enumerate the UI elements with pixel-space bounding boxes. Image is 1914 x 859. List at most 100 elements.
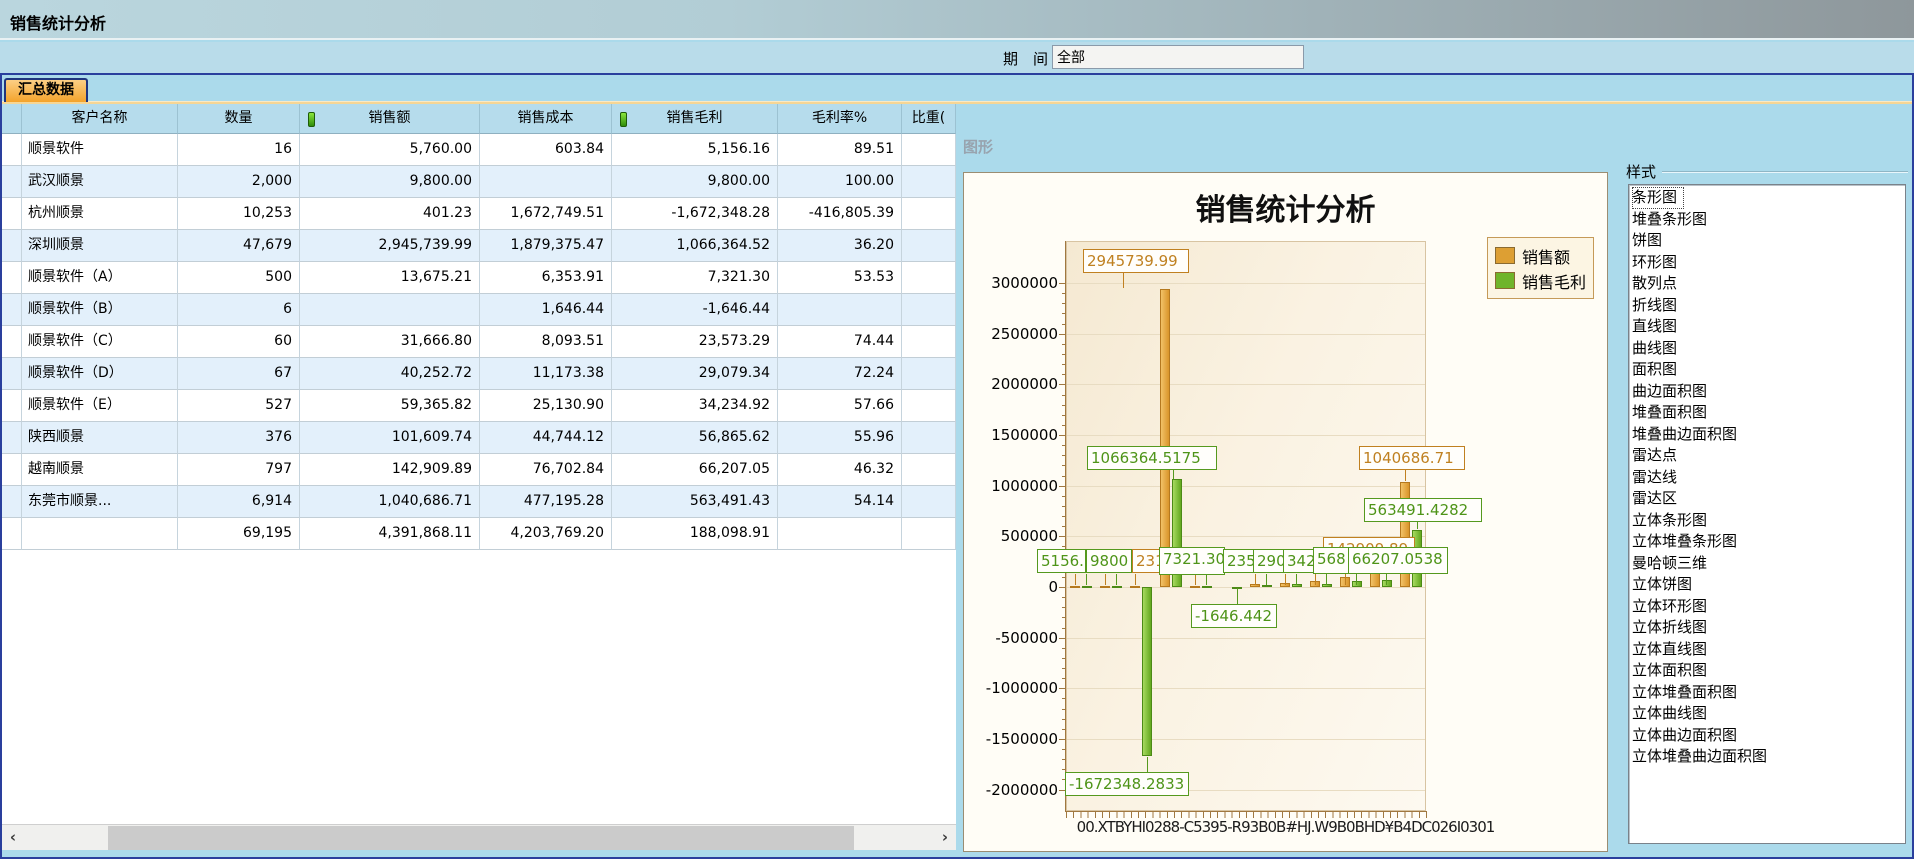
style-list-item[interactable]: 立体曲线图 [1632, 703, 1905, 725]
cell[interactable]: 89.51 [778, 134, 902, 166]
cell[interactable]: 1,040,686.71 [300, 486, 480, 518]
cell[interactable] [2, 230, 22, 262]
cell[interactable] [902, 358, 956, 390]
cell[interactable] [778, 294, 902, 326]
cell[interactable]: 1,646.44 [480, 294, 612, 326]
cell[interactable]: 66,207.05 [612, 454, 778, 486]
cell[interactable]: 4,391,868.11 [300, 518, 480, 550]
cell[interactable]: -416,805.39 [778, 198, 902, 230]
cell[interactable] [2, 358, 22, 390]
cell[interactable]: 顺景软件（B） [22, 294, 178, 326]
style-list-item[interactable]: 堆叠面积图 [1632, 402, 1905, 424]
cell[interactable]: 9,800.00 [612, 166, 778, 198]
cell[interactable] [902, 326, 956, 358]
cell[interactable]: -1,646.44 [612, 294, 778, 326]
cell[interactable]: 武汉顺景 [22, 166, 178, 198]
cell[interactable] [480, 166, 612, 198]
style-list-item[interactable]: 曲边面积图 [1632, 381, 1905, 403]
corner-header[interactable] [2, 104, 22, 134]
cell[interactable]: 29,079.34 [612, 358, 778, 390]
cell[interactable] [902, 134, 956, 166]
cell[interactable]: 越南顺景 [22, 454, 178, 486]
scrollbar-thumb[interactable] [108, 826, 854, 850]
cell[interactable]: 1,672,749.51 [480, 198, 612, 230]
style-list-item[interactable]: 雷达线 [1632, 467, 1905, 489]
column-header[interactable]: 比重( [902, 104, 956, 134]
cell[interactable]: 顺景软件（E） [22, 390, 178, 422]
cell[interactable]: 1,879,375.47 [480, 230, 612, 262]
cell[interactable]: 9,800.00 [300, 166, 480, 198]
cell[interactable]: 376 [178, 422, 300, 454]
style-list-item[interactable]: 堆叠曲边面积图 [1632, 424, 1905, 446]
cell[interactable]: 67 [178, 358, 300, 390]
style-list-item[interactable]: 散列点 [1632, 273, 1905, 295]
style-list-item[interactable]: 折线图 [1632, 295, 1905, 317]
cell[interactable]: 53.53 [778, 262, 902, 294]
cell[interactable]: 101,609.74 [300, 422, 480, 454]
cell[interactable]: 44,744.12 [480, 422, 612, 454]
cell[interactable]: 500 [178, 262, 300, 294]
cell[interactable]: 142,909.89 [300, 454, 480, 486]
style-list-item[interactable]: 直线图 [1632, 316, 1905, 338]
cell[interactable]: 7,321.30 [612, 262, 778, 294]
style-list-item[interactable]: 环形图 [1632, 252, 1905, 274]
cell[interactable] [2, 198, 22, 230]
scroll-right-arrow[interactable]: › [934, 825, 956, 851]
cell[interactable]: 16 [178, 134, 300, 166]
cell[interactable] [2, 486, 22, 518]
cell[interactable]: 顺景软件 [22, 134, 178, 166]
cell[interactable]: 11,173.38 [480, 358, 612, 390]
cell[interactable]: 401.23 [300, 198, 480, 230]
cell[interactable] [902, 294, 956, 326]
cell[interactable] [902, 422, 956, 454]
cell[interactable]: 188,098.91 [612, 518, 778, 550]
cell[interactable] [2, 422, 22, 454]
scroll-left-arrow[interactable]: ‹ [2, 825, 24, 851]
cell[interactable] [902, 198, 956, 230]
cell[interactable]: 25,130.90 [480, 390, 612, 422]
column-header[interactable]: 毛利率% [778, 104, 902, 134]
style-list-item[interactable]: 立体堆叠曲边面积图 [1632, 746, 1905, 768]
cell[interactable] [902, 486, 956, 518]
cell[interactable]: 6,353.91 [480, 262, 612, 294]
cell[interactable] [902, 518, 956, 550]
style-list-item[interactable]: 立体条形图 [1632, 510, 1905, 532]
cell[interactable] [902, 390, 956, 422]
cell[interactable]: 31,666.80 [300, 326, 480, 358]
cell[interactable]: 13,675.21 [300, 262, 480, 294]
cell[interactable] [902, 454, 956, 486]
horizontal-scrollbar[interactable]: ‹ › [2, 824, 956, 850]
cell[interactable]: 6,914 [178, 486, 300, 518]
cell[interactable]: 10,253 [178, 198, 300, 230]
cell[interactable]: 56,865.62 [612, 422, 778, 454]
cell[interactable]: 顺景软件（C） [22, 326, 178, 358]
style-list-item[interactable]: 立体直线图 [1632, 639, 1905, 661]
column-header[interactable]: 销售成本 [480, 104, 612, 134]
cell[interactable]: 6 [178, 294, 300, 326]
style-list-item[interactable]: 立体饼图 [1632, 574, 1905, 596]
cell[interactable] [2, 518, 22, 550]
style-list-item[interactable]: 曲线图 [1632, 338, 1905, 360]
cell[interactable] [2, 134, 22, 166]
cell[interactable]: 603.84 [480, 134, 612, 166]
style-list-item[interactable]: 立体曲边面积图 [1632, 725, 1905, 747]
period-input[interactable] [1052, 45, 1304, 69]
cell[interactable]: 57.66 [778, 390, 902, 422]
column-header[interactable]: 数量 [178, 104, 300, 134]
cell[interactable]: 5,156.16 [612, 134, 778, 166]
style-list[interactable]: 条形图堆叠条形图饼图环形图散列点折线图直线图曲线图面积图曲边面积图堆叠面积图堆叠… [1628, 184, 1906, 844]
cell[interactable]: 74.44 [778, 326, 902, 358]
style-list-item[interactable]: 立体堆叠条形图 [1632, 531, 1905, 553]
cell[interactable]: 47,679 [178, 230, 300, 262]
cell[interactable]: 36.20 [778, 230, 902, 262]
cell[interactable] [2, 326, 22, 358]
cell[interactable] [2, 262, 22, 294]
cell[interactable] [2, 166, 22, 198]
style-list-item[interactable]: 立体环形图 [1632, 596, 1905, 618]
cell[interactable] [300, 294, 480, 326]
cell[interactable]: 东莞市顺景... [22, 486, 178, 518]
style-list-item[interactable]: 堆叠条形图 [1632, 209, 1905, 231]
cell[interactable] [2, 294, 22, 326]
column-header[interactable]: 客户名称 [22, 104, 178, 134]
cell[interactable]: 4,203,769.20 [480, 518, 612, 550]
